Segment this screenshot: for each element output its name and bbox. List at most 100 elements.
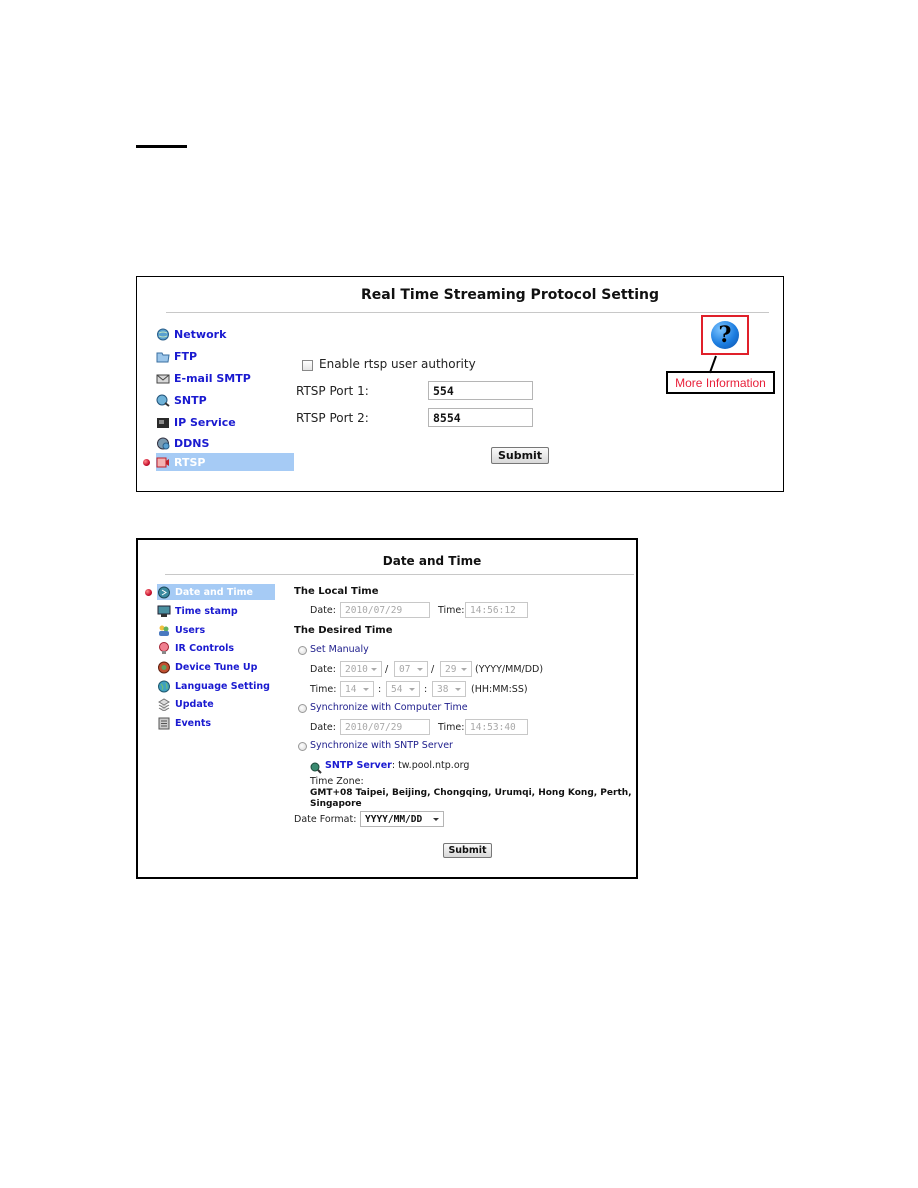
computer-date-field: 2010/07/29 (340, 719, 430, 735)
sidebar-item-label: IR Controls (175, 642, 235, 654)
sntp-server-link[interactable]: SNTP Server (325, 760, 392, 771)
sidebar-item-time-stamp[interactable]: Time stamp (157, 603, 275, 619)
sidebar-item-users[interactable]: Users (157, 622, 275, 638)
date-format-select[interactable]: YYYY/MM/DD (360, 811, 444, 827)
language-globe-icon (157, 680, 171, 693)
sync-computer-radio[interactable] (298, 704, 307, 713)
help-question-icon[interactable]: ? (711, 321, 739, 349)
sntp-server-row: SNTP Server: tw.pool.ntp.org (325, 760, 469, 771)
sync-sntp-radio[interactable] (298, 742, 307, 751)
sntp-server-value: : tw.pool.ntp.org (391, 760, 470, 771)
more-information-label: More Information (666, 371, 775, 394)
help-callout-box: ? (701, 315, 749, 355)
rtsp-port1-input[interactable]: 554 (428, 381, 533, 400)
title-divider (165, 574, 634, 575)
set-manually-radio[interactable] (298, 646, 307, 655)
sidebar-item-label: Events (175, 717, 212, 729)
sidebar-item-sntp[interactable]: SNTP (156, 391, 294, 409)
update-icon (157, 697, 171, 712)
dropdown-arrow-icon (461, 668, 467, 671)
rtsp-camera-icon (156, 456, 170, 469)
selected-value: 2010 (345, 663, 368, 675)
computer-time-field: 14:53:40 (465, 719, 528, 735)
date-format-label: Date Format: (294, 814, 357, 825)
selected-value: 07 (399, 663, 411, 675)
rtsp-port1-label: RTSP Port 1: (296, 384, 369, 398)
time-zone-label: Time Zone: (310, 776, 364, 787)
rtsp-port2-label: RTSP Port 2: (296, 411, 369, 425)
date-format-hint: (YYYY/MM/DD) (475, 664, 544, 675)
local-date-field: 2010/07/29 (340, 602, 430, 618)
local-time-field: 14:56:12 (465, 602, 528, 618)
sidebar-item-ip-service[interactable]: IP Service (156, 413, 294, 431)
local-time-label: Time: (438, 605, 465, 616)
dropdown-arrow-icon (371, 668, 377, 671)
sync-sntp-label: Synchronize with SNTP Server (310, 740, 453, 751)
manual-year-select[interactable]: 2010 (340, 661, 382, 677)
sidebar-item-label: Device Tune Up (175, 661, 258, 673)
dropdown-arrow-icon (433, 818, 439, 821)
dropdown-arrow-icon (417, 668, 423, 671)
sntp-server-icon (310, 759, 322, 774)
sidebar-item-ftp[interactable]: FTP (156, 347, 294, 365)
users-icon (157, 624, 171, 637)
rtsp-submit-button[interactable]: Submit (491, 447, 549, 464)
rtsp-settings-panel: Real Time Streaming Protocol Setting Net… (136, 276, 784, 492)
local-time-heading: The Local Time (294, 586, 379, 597)
panel-title: Real Time Streaming Protocol Setting (360, 287, 659, 303)
manual-second-select[interactable]: 38 (432, 681, 466, 697)
sidebar-item-language-setting[interactable]: Language Setting (157, 678, 275, 694)
dropdown-arrow-icon (455, 688, 461, 691)
sync-computer-label: Synchronize with Computer Time (310, 702, 468, 713)
time-format-hint: (HH:MM:SS) (471, 684, 528, 695)
time-separator: : (424, 684, 428, 695)
ip-service-icon (156, 416, 170, 429)
time-separator: : (378, 684, 382, 695)
sidebar-item-email-smtp[interactable]: E-mail SMTP (156, 369, 294, 387)
date-separator: / (385, 664, 389, 675)
clock-icon (157, 586, 171, 599)
sidebar-item-ddns[interactable]: DDNS (156, 434, 294, 452)
active-indicator-dot (145, 589, 152, 596)
sidebar-item-label: IP Service (174, 415, 236, 429)
panel-title: Date and Time (382, 554, 482, 568)
ir-bulb-icon (157, 641, 171, 655)
sidebar-item-label: Date and Time (175, 586, 253, 598)
manual-month-select[interactable]: 07 (394, 661, 428, 677)
network-globe-icon (156, 328, 170, 341)
tune-up-icon (157, 661, 171, 674)
manual-hour-select[interactable]: 14 (340, 681, 374, 697)
rtsp-port2-input[interactable]: 8554 (428, 408, 533, 427)
desired-time-heading: The Desired Time (294, 625, 393, 636)
date-time-settings-panel: Date and Time Date and Time Time stamp U… (136, 538, 638, 879)
selected-value: 54 (391, 683, 403, 695)
enable-rtsp-auth-checkbox[interactable] (302, 360, 313, 371)
sidebar-item-device-tune-up[interactable]: Device Tune Up (157, 659, 275, 675)
title-divider (166, 312, 769, 313)
section-heading-underline (136, 145, 187, 148)
sntp-clock-icon (156, 394, 170, 407)
sidebar-item-update[interactable]: Update (157, 696, 275, 712)
manual-date-label: Date: (310, 664, 336, 675)
sidebar-item-label: SNTP (174, 393, 207, 407)
sidebar-item-events[interactable]: Events (157, 715, 275, 731)
selected-value: 38 (437, 683, 449, 695)
sidebar-item-label: Network (174, 327, 227, 341)
selected-value: 29 (445, 663, 457, 675)
sidebar-item-ir-controls[interactable]: IR Controls (157, 640, 275, 656)
local-date-label: Date: (310, 605, 336, 616)
sidebar-item-network[interactable]: Network (156, 325, 294, 343)
computer-time-label: Time: (438, 722, 465, 733)
time-zone-value-line2: Singapore (310, 799, 362, 809)
active-indicator-dot (143, 459, 150, 466)
sidebar-item-label: Time stamp (175, 605, 238, 617)
sidebar-item-rtsp[interactable]: RTSP (156, 453, 294, 471)
sidebar-item-label: RTSP (174, 455, 206, 469)
manual-day-select[interactable]: 29 (440, 661, 472, 677)
ftp-folder-icon (156, 350, 170, 363)
events-icon (157, 717, 171, 730)
sidebar-item-date-and-time[interactable]: Date and Time (157, 584, 275, 600)
manual-minute-select[interactable]: 54 (386, 681, 420, 697)
datetime-submit-button[interactable]: Submit (443, 843, 492, 858)
selected-value: YYYY/MM/DD (365, 813, 423, 825)
